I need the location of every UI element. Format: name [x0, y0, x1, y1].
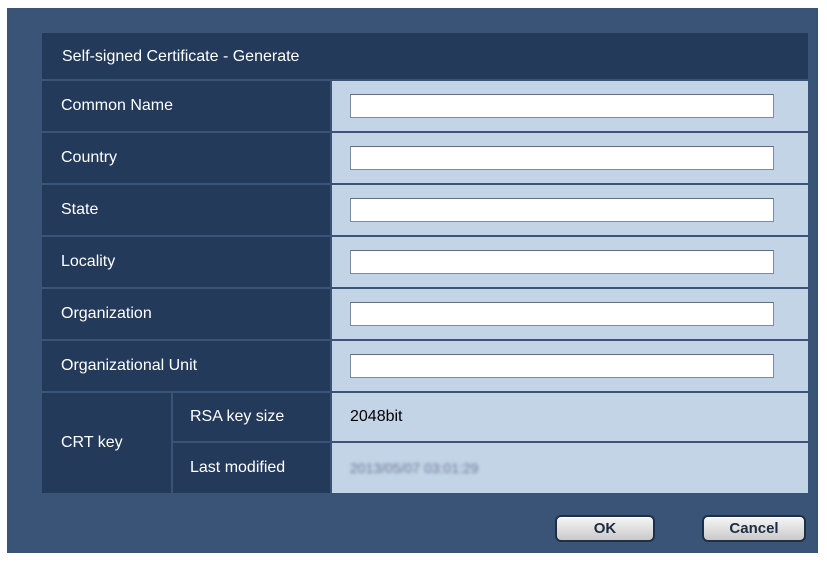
field-row-state: State [42, 185, 808, 237]
last-modified-value: 2013/05/07 03:01:29 [350, 460, 479, 476]
organizational-unit-input[interactable] [350, 354, 774, 378]
certificate-form: Self-signed Certificate - Generate Commo… [42, 33, 808, 493]
locality-input[interactable] [350, 250, 774, 274]
dialog-buttons: OK Cancel [555, 515, 806, 542]
locality-label: Locality [42, 237, 332, 287]
field-row-country: Country [42, 133, 808, 185]
state-input[interactable] [350, 198, 774, 222]
common-name-label: Common Name [42, 81, 332, 131]
common-name-input[interactable] [350, 94, 774, 118]
field-row-common-name: Common Name [42, 81, 808, 133]
state-label: State [42, 185, 332, 235]
field-row-organization: Organization [42, 289, 808, 341]
dialog-title: Self-signed Certificate - Generate [42, 33, 808, 81]
organizational-unit-label: Organizational Unit [42, 341, 332, 391]
country-input[interactable] [350, 146, 774, 170]
crt-key-label: CRT key [42, 393, 173, 493]
ok-button[interactable]: OK [555, 515, 655, 542]
field-row-locality: Locality [42, 237, 808, 289]
certificate-dialog: Self-signed Certificate - Generate Commo… [7, 8, 818, 553]
organization-label: Organization [42, 289, 332, 339]
cancel-button[interactable]: Cancel [702, 515, 806, 542]
rsa-key-size-value: 2048bit [332, 393, 808, 441]
rsa-key-size-label: RSA key size [173, 393, 332, 441]
field-row-organizational-unit: Organizational Unit [42, 341, 808, 393]
last-modified-row: Last modified 2013/05/07 03:01:29 [173, 443, 808, 493]
rsa-key-size-row: RSA key size 2048bit [173, 393, 808, 443]
country-label: Country [42, 133, 332, 183]
last-modified-label: Last modified [173, 443, 332, 493]
crt-key-group: CRT key RSA key size 2048bit Last modifi… [42, 393, 808, 493]
organization-input[interactable] [350, 302, 774, 326]
